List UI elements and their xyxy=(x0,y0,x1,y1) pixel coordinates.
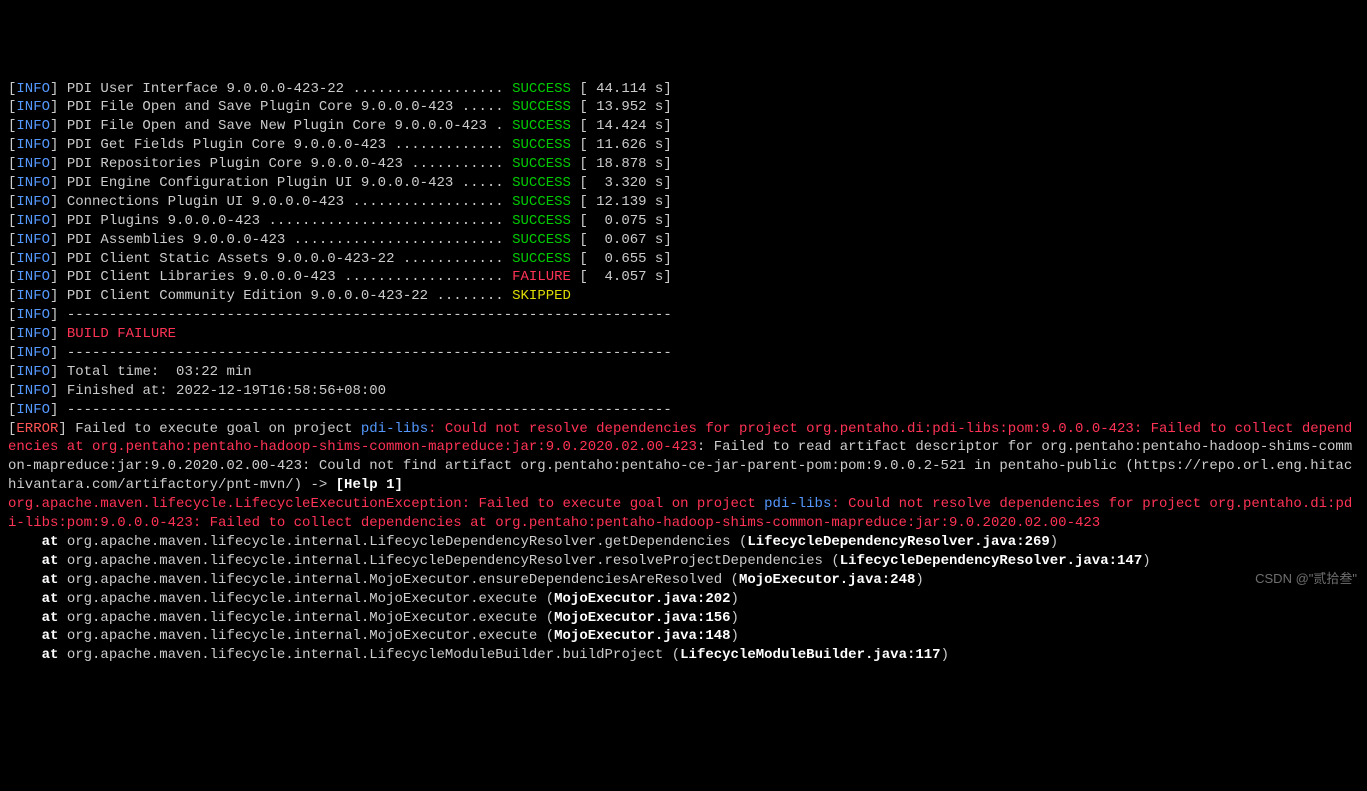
build-line: [INFO] PDI Repositories Plugin Core 9.0.… xyxy=(8,155,1359,174)
finished-at-line: [INFO] Finished at: 2022-12-19T16:58:56+… xyxy=(8,382,1359,401)
separator-line: [INFO] ---------------------------------… xyxy=(8,306,1359,325)
build-line: [INFO] PDI Client Community Edition 9.0.… xyxy=(8,287,1359,306)
stack-trace-line: at org.apache.maven.lifecycle.internal.L… xyxy=(8,552,1359,571)
terminal-output[interactable]: [INFO] PDI User Interface 9.0.0.0-423-22… xyxy=(8,80,1359,674)
build-line: [INFO] PDI Client Libraries 9.0.0.0-423 … xyxy=(8,268,1359,287)
build-line: [INFO] PDI Get Fields Plugin Core 9.0.0.… xyxy=(8,136,1359,155)
build-line: [INFO] PDI User Interface 9.0.0.0-423-22… xyxy=(8,80,1359,99)
separator-line: [INFO] ---------------------------------… xyxy=(8,344,1359,363)
stack-trace-line: at org.apache.maven.lifecycle.internal.L… xyxy=(8,646,1359,665)
separator-line: [INFO] ---------------------------------… xyxy=(8,401,1359,420)
build-line: [INFO] PDI Engine Configuration Plugin U… xyxy=(8,174,1359,193)
build-line: [INFO] PDI Client Static Assets 9.0.0.0-… xyxy=(8,250,1359,269)
total-time-line: [INFO] Total time: 03:22 min xyxy=(8,363,1359,382)
stack-trace-line: at org.apache.maven.lifecycle.internal.L… xyxy=(8,533,1359,552)
watermark: CSDN @"贰拾叁" xyxy=(1255,570,1357,588)
build-line: [INFO] PDI Assemblies 9.0.0.0-423 ......… xyxy=(8,231,1359,250)
error-line: [ERROR] Failed to execute goal on projec… xyxy=(8,420,1359,496)
stack-trace-line: at org.apache.maven.lifecycle.internal.M… xyxy=(8,609,1359,628)
build-line: [INFO] PDI File Open and Save Plugin Cor… xyxy=(8,98,1359,117)
build-line: [INFO] PDI File Open and Save New Plugin… xyxy=(8,117,1359,136)
build-failure-line: [INFO] BUILD FAILURE xyxy=(8,325,1359,344)
stack-trace-line: at org.apache.maven.lifecycle.internal.M… xyxy=(8,627,1359,646)
stack-trace-line: at org.apache.maven.lifecycle.internal.M… xyxy=(8,571,1359,590)
build-line: [INFO] PDI Plugins 9.0.0.0-423 .........… xyxy=(8,212,1359,231)
stack-trace-line: at org.apache.maven.lifecycle.internal.M… xyxy=(8,590,1359,609)
build-line: [INFO] Connections Plugin UI 9.0.0.0-423… xyxy=(8,193,1359,212)
exception-line: org.apache.maven.lifecycle.LifecycleExec… xyxy=(8,495,1359,533)
